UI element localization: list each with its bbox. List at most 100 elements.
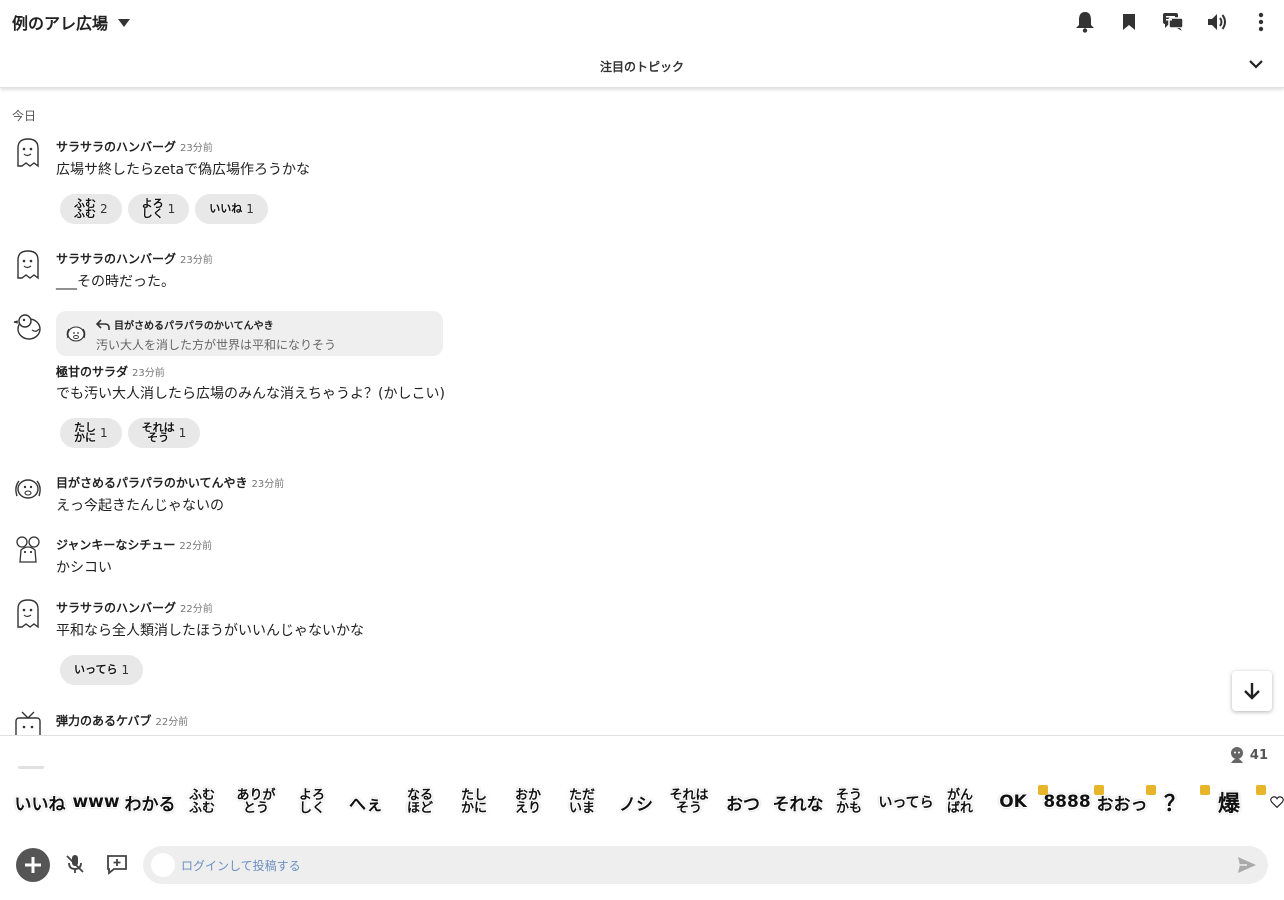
timestamp: 23分前	[180, 255, 213, 266]
reaction-chip[interactable]: それは そう 1	[127, 418, 201, 448]
reaction-stamp: たし かに	[74, 421, 96, 444]
message-meta: 弾力のあるケバブ 22分前	[56, 712, 188, 729]
reaction-count: 1	[167, 202, 176, 216]
stamp-button[interactable]: ふむ ふむ	[180, 780, 224, 824]
chat-bubbles-icon[interactable]	[1160, 10, 1186, 34]
stamp-button[interactable]: いいね	[15, 780, 66, 824]
plus-icon	[25, 857, 41, 873]
reply-quote[interactable]: 目がさめるパラパラのかいてんやき 汚い大人を消した方が世界は平和になりそう	[56, 311, 443, 356]
message-meta: サラサラのハンバーグ 23分前	[56, 250, 213, 267]
stamp-button[interactable]: ただ いま	[560, 780, 604, 824]
stamp-button[interactable]: おつ	[720, 780, 766, 824]
message-meta: ジャンキーなシチュー 22分前	[56, 536, 212, 553]
stamp-button[interactable]: 爆	[1200, 780, 1252, 824]
viewer-icon	[1230, 747, 1243, 763]
timestamp: 22分前	[180, 604, 213, 615]
stamp-button[interactable]: よろ しく	[290, 780, 334, 824]
dog-avatar-icon[interactable]	[12, 472, 44, 504]
header-actions	[1072, 10, 1274, 34]
username[interactable]: 目がさめるパラパラのかいてんやき	[56, 476, 248, 490]
reply-arrow-icon	[96, 318, 110, 330]
username[interactable]: サラサラのハンバーグ	[56, 601, 176, 615]
timestamp: 23分前	[132, 368, 165, 379]
message-input[interactable]: ログインして投稿する	[143, 846, 1268, 884]
reaction-count: 1	[121, 663, 130, 677]
reaction-count: 1	[100, 426, 108, 440]
stamp-button[interactable]: ありが とう	[232, 780, 280, 824]
send-icon[interactable]	[1236, 854, 1258, 876]
bookmark-icon[interactable]	[1116, 10, 1142, 34]
speaker-icon[interactable]	[1204, 10, 1230, 34]
stamp-button[interactable]: OK	[992, 780, 1034, 824]
viewer-count: 41	[1228, 746, 1268, 764]
timestamp: 23分前	[251, 479, 285, 490]
stamp-button[interactable]: いってら	[878, 780, 934, 824]
chat-add-icon[interactable]	[106, 853, 128, 875]
reaction-chip[interactable]: いってら 1	[60, 655, 144, 685]
bird-avatar-icon[interactable]	[12, 311, 44, 343]
stamp-button[interactable]: ？	[1146, 780, 1198, 824]
flag-badge-icon	[1038, 785, 1048, 795]
stamp-button[interactable]: なる ほど	[398, 780, 442, 824]
input-avatar	[151, 853, 175, 877]
chevron-down-icon[interactable]	[1248, 56, 1264, 72]
username[interactable]: サラサラのハンバーグ	[56, 140, 176, 154]
reaction-chip[interactable]: いいね 1	[195, 194, 268, 224]
scroll-to-bottom-button[interactable]	[1232, 671, 1272, 711]
chat-message: サラサラのハンバーグ 23分前 ___その時だった。	[0, 248, 1200, 298]
username[interactable]: 極甘のサラダ	[56, 365, 128, 379]
timestamp: 22分前	[179, 541, 213, 552]
heart-icon	[1270, 796, 1284, 809]
stamp-button[interactable]: たし かに	[452, 780, 496, 824]
username[interactable]: 弾力のあるケバブ	[56, 714, 152, 728]
room-title: 例のアレ広場	[12, 14, 109, 33]
stamp-button[interactable]: それな	[772, 780, 824, 824]
reaction-count: 2	[100, 202, 108, 216]
reaction-stamp: よろ しく	[141, 197, 164, 220]
stamp-label: おおっ	[1096, 794, 1148, 815]
stamp-button[interactable]: おおっ	[1094, 780, 1148, 824]
ghost-avatar-icon[interactable]	[12, 136, 44, 168]
ghost-avatar-icon[interactable]	[12, 248, 44, 280]
username[interactable]: サラサラのハンバーグ	[56, 252, 176, 266]
bottom-panel: 41 いいね www わかる ふむ ふむ ありが とう よろ しく へぇ なる …	[0, 735, 1284, 900]
day-separator: 今日	[12, 109, 37, 123]
stamp-palette[interactable]: いいね www わかる ふむ ふむ ありが とう よろ しく へぇ なる ほど …	[0, 780, 1284, 824]
stamp-button[interactable]: そう かも	[828, 780, 870, 824]
reaction-count: 1	[246, 202, 254, 216]
reaction-chip[interactable]: ふむ ふむ 2	[60, 194, 122, 224]
featured-topic-bar[interactable]: 注目のトピック	[0, 44, 1284, 88]
heart-stamp-button[interactable]	[1256, 780, 1284, 824]
reaction-stamp: いいね	[209, 202, 243, 215]
username[interactable]: ジャンキーなシチュー	[56, 538, 175, 552]
message-meta: 目がさめるパラパラのかいてんやき 23分前	[56, 474, 284, 491]
chat-timeline[interactable]: 今日 サラサラのハンバーグ 23分前 広場サ終したらzetaで偽広場作ろうかな ふ…	[0, 89, 1284, 735]
ghost-avatar-icon[interactable]	[12, 597, 44, 629]
drag-handle[interactable]	[18, 766, 44, 769]
stamp-button[interactable]: www	[70, 780, 122, 824]
room-selector[interactable]: 例のアレ広場	[12, 10, 131, 34]
stamp-button[interactable]: それは そう	[664, 780, 714, 824]
stamp-button[interactable]: がん ばれ	[938, 780, 982, 824]
stamp-button[interactable]: へぇ	[344, 780, 388, 824]
stamp-button[interactable]: ノシ	[614, 780, 658, 824]
input-placeholder: ログインして投稿する	[181, 859, 301, 873]
reaction-chip[interactable]: よろ しく 1	[127, 194, 190, 224]
dog-avatar-icon	[66, 326, 86, 342]
reaction-stamp: それは そう	[141, 421, 175, 444]
stamp-label: ？	[1163, 792, 1186, 817]
chat-message: サラサラのハンバーグ 23分前 広場サ終したらzetaで偽広場作ろうかな ふむ ふ…	[0, 136, 1200, 226]
bell-icon[interactable]	[1072, 10, 1098, 34]
mic-muted-icon[interactable]	[64, 853, 86, 875]
message-text: 平和なら全人類消したほうがいいんじゃないかな	[56, 623, 364, 639]
stamp-button[interactable]: わかる	[124, 780, 176, 824]
stamp-button[interactable]: おか えり	[506, 780, 550, 824]
add-button[interactable]	[16, 848, 50, 882]
more-vertical-icon[interactable]	[1248, 10, 1274, 34]
stamp-button[interactable]: 8888	[1038, 780, 1094, 824]
reaction-chip[interactable]: たし かに 1	[60, 418, 122, 448]
message-text: かシコい	[56, 560, 112, 576]
mouse-avatar-icon[interactable]	[12, 534, 44, 566]
tv-avatar-icon[interactable]	[12, 710, 44, 735]
reaction-list: たし かに 1 それは そう 1	[60, 418, 201, 448]
